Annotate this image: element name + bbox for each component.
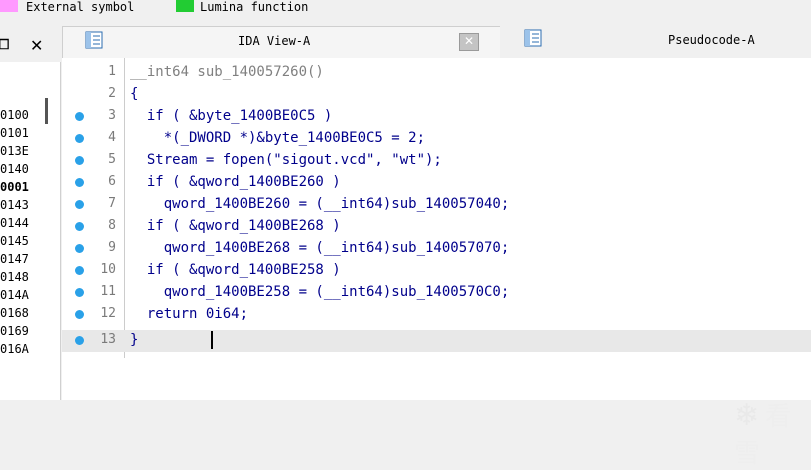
code-line[interactable]: 9 qword_1400BE268 = (__int64)sub_1400570… [62, 238, 811, 260]
legend-label: External symbol [26, 0, 135, 14]
list-item[interactable]: 0100 [0, 106, 29, 124]
text-cursor [211, 331, 213, 349]
code-text: *(_DWORD *)&byte_1400BE0C5 = 2; [130, 130, 426, 146]
code-line[interactable]: 6 if ( &qword_1400BE260 ) [62, 172, 811, 194]
breakpoint-bullet[interactable] [75, 200, 84, 209]
code-text: qword_1400BE260 = (__int64)sub_140057040… [130, 196, 510, 212]
breakpoint-bullet[interactable] [75, 244, 84, 253]
code-text: { [130, 86, 139, 102]
code-text: Stream = fopen("sigout.vcd", "wt"); [130, 152, 442, 168]
breakpoint-bullet[interactable] [75, 222, 84, 231]
scrollbar-thumb[interactable] [45, 98, 48, 124]
line-number: 4 [108, 130, 116, 145]
code-text: if ( &qword_1400BE268 ) [130, 218, 341, 234]
breakpoint-bullet[interactable] [75, 266, 84, 275]
line-number: 1 [108, 64, 116, 79]
code-text: return 0i64; [130, 306, 249, 322]
code-line[interactable]: 8 if ( &qword_1400BE268 ) [62, 216, 811, 238]
list-item[interactable]: 0147 [0, 250, 29, 268]
line-number: 7 [108, 196, 116, 211]
line-number: 5 [108, 152, 116, 167]
code-line[interactable]: 11 qword_1400BE258 = (__int64)sub_140057… [62, 282, 811, 304]
line-number: 10 [100, 262, 116, 277]
legend-label: Lumina function [200, 0, 309, 14]
ida-view-icon [85, 31, 103, 49]
code-text: if ( &qword_1400BE260 ) [130, 174, 341, 190]
external-symbol-swatch [0, 0, 18, 12]
line-number: 9 [108, 240, 116, 255]
list-item[interactable]: 0148 [0, 268, 29, 286]
breakpoint-bullet[interactable] [75, 336, 84, 345]
breakpoint-bullet[interactable] [75, 310, 84, 319]
list-item[interactable]: 0169 [0, 322, 29, 340]
breakpoint-bullet[interactable] [75, 178, 84, 187]
list-item[interactable]: 013E [0, 142, 29, 160]
code-line[interactable]: 2 { [62, 84, 811, 106]
list-item[interactable]: 0143 [0, 196, 29, 214]
line-number: 6 [108, 174, 116, 189]
list-item[interactable]: 0001 [0, 178, 29, 196]
list-item[interactable]: 016A [0, 340, 29, 358]
list-item[interactable]: 0144 [0, 214, 29, 232]
close-icon[interactable]: ✕ [30, 36, 43, 55]
tab-label: Pseudocode-A [668, 33, 755, 47]
code-text: qword_1400BE258 = (__int64)sub_1400570C0… [130, 284, 510, 300]
code-line-current[interactable]: 13 } [62, 330, 811, 352]
legend-bar: External symbol Lumina function [0, 0, 811, 18]
tab-label: IDA View-A [238, 34, 311, 48]
watermark: ❄ 看雪 [734, 396, 811, 470]
breakpoint-bullet[interactable] [75, 156, 84, 165]
code-text: if ( &qword_1400BE258 ) [130, 262, 341, 278]
breakpoint-bullet[interactable] [75, 112, 84, 121]
breakpoint-bullet[interactable] [75, 288, 84, 297]
code-line[interactable]: 10 if ( &qword_1400BE258 ) [62, 260, 811, 282]
code-text: } [130, 332, 139, 348]
line-number: 13 [100, 332, 116, 347]
list-item[interactable]: 0140 [0, 160, 29, 178]
pseudocode-editor[interactable]: 1 __int64 sub_140057260() 2 { 3 if ( &by… [62, 58, 811, 469]
snowflake-icon: ❄ [734, 398, 760, 433]
line-number: 3 [108, 108, 116, 123]
tab-bar: IDA View-A ✕ Pseudocode-A [62, 26, 811, 59]
list-item[interactable]: 0145 [0, 232, 29, 250]
line-number: 2 [108, 86, 116, 101]
code-line[interactable]: 1 __int64 sub_140057260() [62, 62, 811, 84]
code-line[interactable]: 5 Stream = fopen("sigout.vcd", "wt"); [62, 150, 811, 172]
breakpoint-bullet[interactable] [75, 134, 84, 143]
tab-ida-view-a[interactable]: IDA View-A ✕ [62, 26, 502, 59]
tab-pseudocode-a[interactable]: Pseudocode-A [500, 26, 811, 58]
code-text: qword_1400BE268 = (__int64)sub_140057070… [130, 240, 510, 256]
pseudocode-icon [524, 29, 542, 47]
code-text: if ( &byte_1400BE0C5 ) [130, 108, 333, 124]
code-line[interactable]: 12 return 0i64; [62, 304, 811, 326]
line-number: 12 [100, 306, 116, 321]
list-item[interactable]: 0101 [0, 124, 29, 142]
code-line[interactable]: 7 qword_1400BE260 = (__int64)sub_1400570… [62, 194, 811, 216]
code-line[interactable]: 3 if ( &byte_1400BE0C5 ) [62, 106, 811, 128]
left-panel-header: ⧠ ✕ [0, 33, 60, 59]
list-item[interactable]: 014A [0, 286, 29, 304]
code-line[interactable]: 4 *(_DWORD *)&byte_1400BE0C5 = 2; [62, 128, 811, 150]
function-address-list[interactable]: 0100 0101 013E 0140 0001 0143 0144 0145 … [0, 62, 61, 400]
list-item[interactable]: 0168 [0, 304, 29, 322]
line-number: 8 [108, 218, 116, 233]
line-number: 11 [100, 284, 116, 299]
code-text: __int64 sub_140057260() [130, 64, 324, 80]
lumina-function-swatch [176, 0, 194, 12]
pin-icon[interactable]: ⧠ [0, 37, 9, 53]
close-tab-icon[interactable]: ✕ [459, 33, 479, 51]
